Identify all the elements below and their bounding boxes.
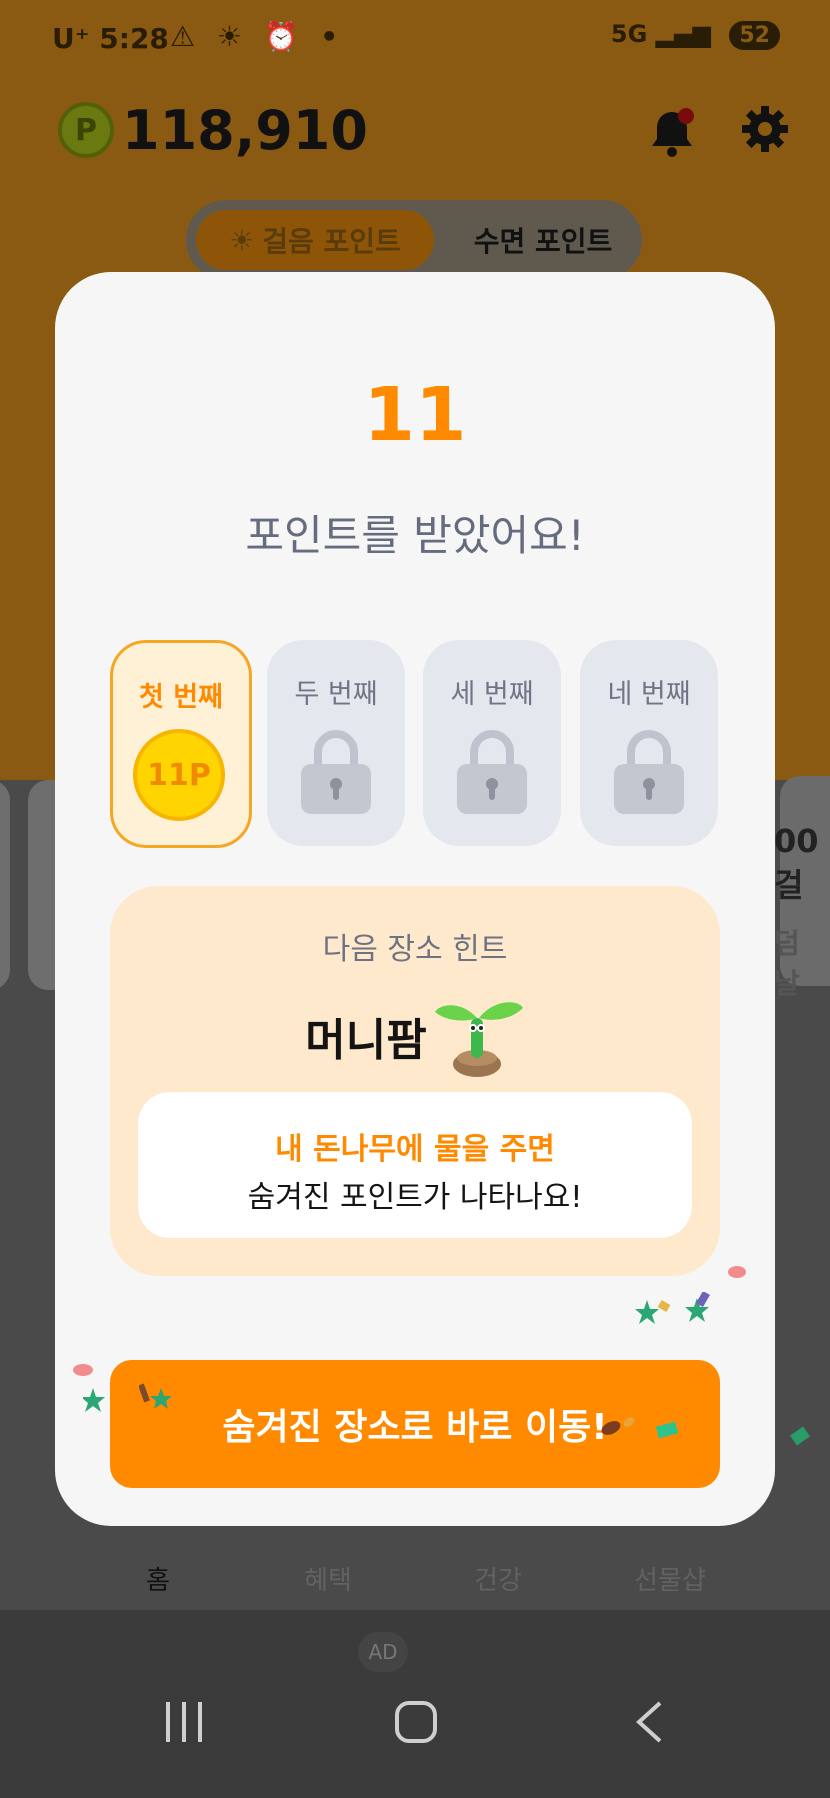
step-third: 세 번째: [423, 640, 561, 846]
confetti-icon: [73, 1364, 93, 1376]
confetti-icon: [790, 1426, 810, 1446]
points-balance: P 118,910: [58, 98, 368, 162]
tab-walk-points[interactable]: ☀ 걸음 포인트: [196, 210, 434, 270]
hint-place-name: 머니팜: [305, 1015, 427, 1066]
hint-line-1: 내 돈나무에 물을 주면: [275, 1132, 555, 1167]
nav-item-benefits[interactable]: 혜택: [268, 1560, 388, 1597]
clock: 5:28: [99, 22, 169, 55]
network-icon: 5G: [610, 20, 648, 48]
lock-icon: [301, 730, 371, 814]
tab-walk-label: 걸음 포인트: [262, 225, 401, 258]
hint-label: 다음 장소 힌트: [322, 932, 508, 967]
sprout-icon: [434, 1002, 523, 1077]
reward-coin: 11P: [133, 729, 225, 821]
tab-sleep-label: 수면 포인트: [473, 225, 613, 258]
status-bar: U⁺ 5:28 ⚠ ☀ ⏰ • 5G ▂▄▆ 52: [0, 0, 830, 80]
back-button-icon[interactable]: [634, 1700, 664, 1755]
nav-label: 홈: [146, 1566, 170, 1596]
notification-dot: [678, 108, 694, 124]
confetti-icon: [139, 1383, 172, 1409]
cta-label: 숨겨진 장소로 바로 이동!: [222, 1407, 608, 1448]
background-card-text: 00 걸: [774, 822, 819, 904]
hint-place: 머니팜: [110, 994, 720, 1078]
recent-apps-icon[interactable]: [164, 1700, 204, 1755]
background-card: [0, 780, 10, 990]
signal-icon: ▂▄▆: [655, 20, 712, 48]
nav-label: 선물샵: [634, 1566, 706, 1596]
reward-count: 11: [363, 372, 467, 458]
step-second: 두 번째: [267, 640, 405, 846]
carrier-label: U⁺: [52, 22, 90, 55]
step-label: 네 번째: [607, 679, 691, 710]
hint-line-2: 숨겨진 포인트가 나타나요!: [247, 1180, 583, 1215]
modal-title: 포인트를 받았어요!: [245, 511, 585, 560]
confetti-icon: [728, 1266, 746, 1278]
point-coin-icon: P: [58, 102, 114, 158]
home-button-icon[interactable]: [394, 1700, 438, 1755]
point-type-toggle: ☀ 걸음 포인트 수면 포인트: [186, 200, 642, 280]
tab-sleep-points[interactable]: 수면 포인트: [454, 210, 632, 270]
status-time: U⁺ 5:28: [52, 22, 169, 55]
nav-item-health[interactable]: 건강: [438, 1560, 558, 1597]
confetti-icon: [83, 1388, 105, 1412]
background-card-text: 덤 날: [774, 927, 800, 1000]
step-first: 첫 번째 11P: [110, 640, 252, 848]
step-label: 첫 번째: [139, 682, 223, 713]
step-label: 세 번째: [450, 679, 534, 710]
confetti-icon: [601, 1417, 635, 1435]
nav-item-gift-shop[interactable]: 선물샵: [610, 1560, 730, 1597]
lock-icon: [614, 730, 684, 814]
step-label: 두 번째: [294, 679, 378, 710]
status-notification-icons: ⚠ ☀ ⏰ •: [170, 20, 345, 53]
hint-message-box: 내 돈나무에 물을 주면 숨겨진 포인트가 나타나요!: [138, 1092, 692, 1238]
confetti-icon: [655, 1421, 679, 1439]
gear-icon[interactable]: [740, 104, 790, 167]
battery-indicator: 52: [729, 21, 780, 50]
reward-steps: 첫 번째 11P 두 번째 세 번째 네 번째: [110, 640, 720, 850]
nav-item-home[interactable]: 홈: [98, 1560, 218, 1597]
step-fourth: 네 번째: [580, 640, 718, 846]
ad-badge: AD: [358, 1632, 408, 1672]
bottom-nav: 홈 혜택 건강 선물샵: [0, 1520, 830, 1610]
nav-label: 혜택: [304, 1566, 352, 1596]
points-value: 118,910: [122, 98, 368, 162]
reward-modal: 11 포인트를 받았어요! 첫 번째 11P 두 번째 세 번째 네 번째 다음…: [55, 272, 775, 1526]
nav-label: 건강: [474, 1566, 522, 1596]
status-right-icons: 5G ▂▄▆ 52: [611, 20, 780, 50]
confetti-icon: [685, 1292, 710, 1322]
confetti-icon: [635, 1300, 671, 1324]
lock-icon: [457, 730, 527, 814]
next-place-hint: 다음 장소 힌트 머니팜 내 돈나무에 물을 주면 숨겨진 포인트가 나타나요!: [110, 886, 720, 1276]
sun-icon: ☀: [229, 223, 255, 257]
system-navigation-bar: [0, 1700, 830, 1780]
